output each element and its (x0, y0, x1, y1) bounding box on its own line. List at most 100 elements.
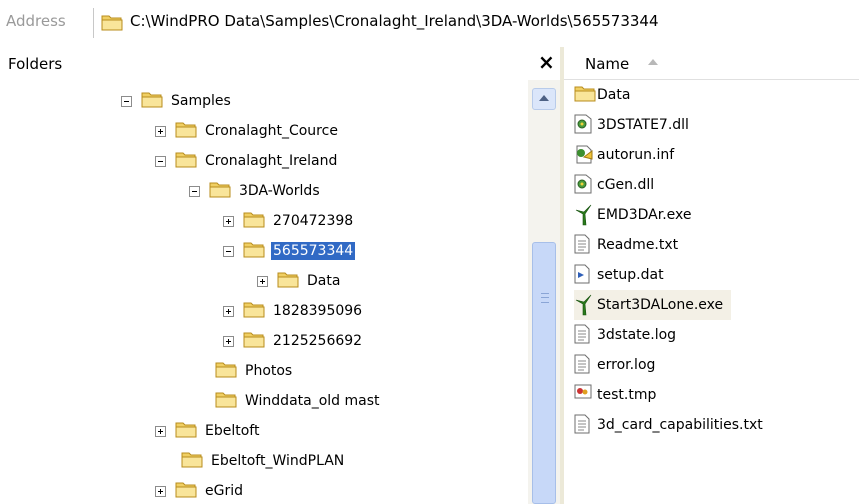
folder-icon (277, 270, 299, 292)
file-name: error.log (597, 357, 656, 373)
tree-item-2125256692[interactable]: 2125256692 (223, 326, 364, 356)
turbine-exe-icon (574, 204, 594, 226)
tree-item-label: 1828395096 (273, 303, 363, 319)
collapse-icon[interactable] (223, 245, 234, 257)
expand-icon[interactable] (223, 335, 234, 347)
folder-icon (141, 90, 163, 112)
tree-item-egrid[interactable]: eGrid (155, 476, 245, 504)
file-name: autorun.inf (597, 147, 675, 163)
expand-icon[interactable] (155, 125, 166, 137)
file-name: Start3DALone.exe (597, 297, 724, 313)
list-item[interactable]: 3d_card_capabilities.txt (574, 410, 771, 440)
close-folders-pane-button[interactable]: × (538, 50, 555, 74)
list-item[interactable]: error.log (574, 350, 663, 380)
tree-item-label-selected: 565573344 (271, 242, 356, 260)
expand-icon[interactable] (155, 425, 166, 437)
tree-item-ebeltoft[interactable]: Ebeltoft (155, 416, 261, 446)
folder-icon (215, 390, 237, 412)
column-header-name[interactable]: Name (585, 55, 629, 73)
folders-pane-header: Folders × (0, 47, 560, 79)
scrollbar-thumb[interactable] (532, 242, 556, 504)
text-file-icon (574, 234, 594, 256)
folder-icon (243, 330, 265, 352)
grip-icon (541, 293, 549, 303)
tree-item-label: Cronalaght_Ireland (205, 153, 338, 169)
list-item[interactable]: setup.dat (574, 260, 672, 290)
folder-icon (175, 120, 197, 142)
expand-icon[interactable] (257, 275, 268, 287)
tree-item-565573344[interactable]: 565573344 (223, 236, 356, 266)
tree-item-label: Photos (245, 363, 293, 379)
tree-item-label: 3DA-Worlds (239, 183, 320, 199)
file-name: 3d_card_capabilities.txt (597, 417, 763, 433)
folder-icon (243, 300, 265, 322)
tmp-file-icon (574, 384, 594, 406)
tree-item-270472398[interactable]: 270472398 (223, 206, 355, 236)
collapse-icon[interactable] (189, 185, 200, 197)
tree-item-cronalaght-ireland[interactable]: Cronalaght_Ireland (155, 146, 339, 176)
folder-icon (574, 84, 594, 106)
folder-icon (243, 210, 265, 232)
list-item[interactable]: EMD3DAr.exe (574, 200, 699, 230)
tree-item-winddata-old-mast[interactable]: Winddata_old mast (215, 386, 382, 416)
address-label: Address (6, 12, 66, 30)
file-list: Data 3DSTATE7.dll autorun.inf cGen.dll EMD3D… (564, 80, 859, 504)
folder-icon (215, 360, 237, 382)
collapse-icon[interactable] (121, 95, 132, 107)
folders-title: Folders (8, 55, 63, 73)
list-item[interactable]: 3dstate.log (574, 320, 684, 350)
file-name: 3DSTATE7.dll (597, 117, 689, 133)
folder-icon (181, 450, 203, 472)
scroll-up-button[interactable] (532, 88, 556, 110)
file-name: test.tmp (597, 387, 657, 403)
address-separator (93, 8, 94, 38)
folder-icon (209, 180, 231, 202)
tree-item-label: Ebeltoft (205, 423, 260, 439)
list-item[interactable]: autorun.inf (574, 140, 682, 170)
text-file-icon (574, 354, 594, 376)
address-path-field[interactable]: C:\WindPRO Data\Samples\Cronalaght_Irela… (130, 12, 659, 30)
tree-item-samples[interactable]: Samples (121, 86, 233, 116)
open-folder-icon (243, 240, 265, 262)
folder-icon (175, 420, 197, 442)
file-name: Readme.txt (597, 237, 679, 253)
expand-icon[interactable] (223, 305, 234, 317)
tree-item-label: Winddata_old mast (245, 393, 380, 409)
list-item[interactable]: Start3DALone.exe (574, 290, 732, 320)
turbine-exe-icon (574, 294, 594, 316)
expand-icon[interactable] (223, 215, 234, 227)
file-name: Data (597, 87, 631, 103)
tree-item-label: 270472398 (273, 213, 354, 229)
tree-item-3da-worlds[interactable]: 3DA-Worlds (189, 176, 322, 206)
tree-item-cronalaght-cource[interactable]: Cronalaght_Cource (155, 116, 340, 146)
inf-icon (574, 144, 594, 166)
list-item[interactable]: Data (574, 80, 638, 110)
folder-icon (175, 480, 197, 502)
expand-icon[interactable] (155, 485, 166, 497)
tree-item-label: Data (307, 273, 341, 289)
list-item[interactable]: cGen.dll (574, 170, 662, 200)
tree-item-label: Ebeltoft_WindPLAN (211, 453, 345, 469)
list-item[interactable]: test.tmp (574, 380, 664, 410)
address-bar: Address C:\WindPRO Data\Samples\Cronalag… (0, 0, 859, 46)
text-file-icon (574, 324, 594, 346)
tree-item-1828395096[interactable]: 1828395096 (223, 296, 364, 326)
folder-icon (175, 150, 197, 172)
sort-ascending-icon (648, 59, 658, 65)
list-item[interactable]: Readme.txt (574, 230, 686, 260)
file-name: 3dstate.log (597, 327, 677, 343)
tree-item-label: eGrid (205, 483, 243, 499)
tree-item-label: Cronalaght_Cource (205, 123, 338, 139)
tree-item-ebeltoft-windplan[interactable]: Ebeltoft_WindPLAN (181, 446, 346, 476)
tree-item-photos[interactable]: Photos (215, 356, 294, 386)
tree-item-label: 2125256692 (273, 333, 363, 349)
file-name: EMD3DAr.exe (597, 207, 692, 223)
file-name: cGen.dll (597, 177, 655, 193)
collapse-icon[interactable] (155, 155, 166, 167)
dll-icon (574, 174, 594, 196)
list-item[interactable]: 3DSTATE7.dll (574, 110, 697, 140)
tree-item-data[interactable]: Data (257, 266, 342, 296)
folder-tree: Samples Cronalaght_Cource Cronalaght_Ire… (0, 80, 528, 504)
tree-vertical-scrollbar[interactable] (528, 80, 560, 504)
text-file-icon (574, 414, 594, 436)
